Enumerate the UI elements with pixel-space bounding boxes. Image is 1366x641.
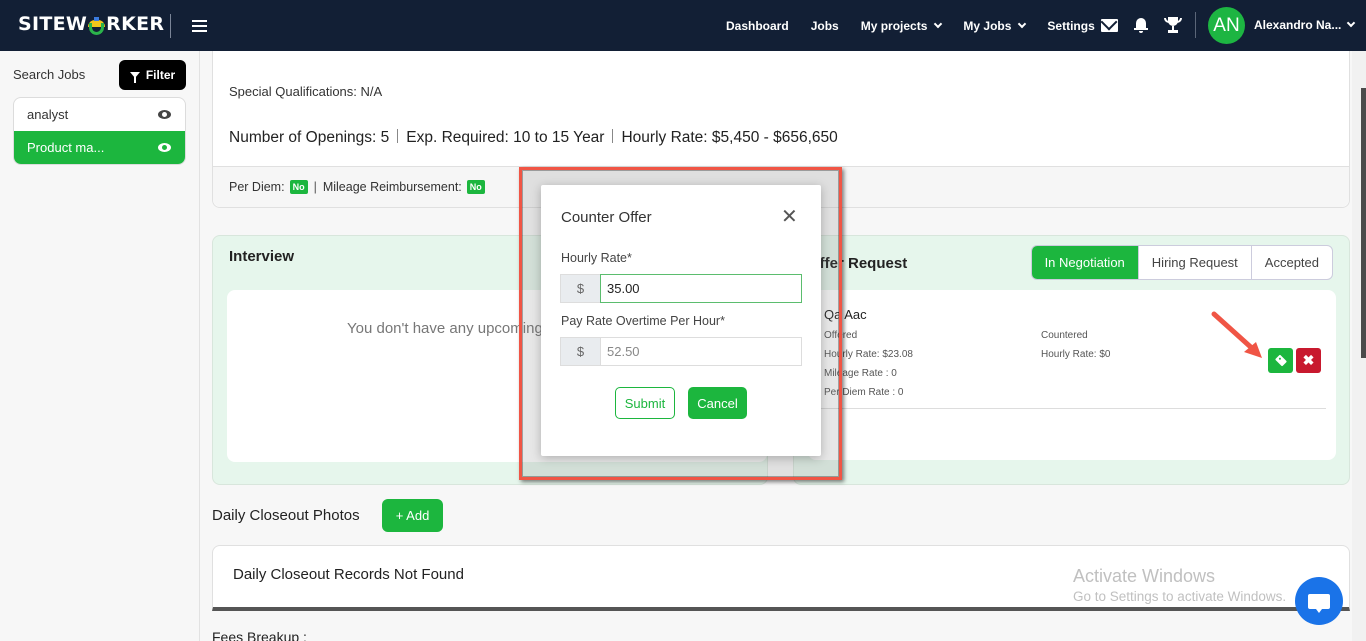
nav-settings[interactable]: Settings: [1047, 18, 1110, 33]
tag-icon: [1274, 354, 1287, 367]
nav-my-projects[interactable]: My projects: [860, 18, 943, 33]
hard-hat-icon: [88, 16, 106, 35]
currency-prefix: $: [560, 337, 600, 366]
close-icon[interactable]: ✕: [781, 207, 798, 227]
chevron-down-icon: [1347, 18, 1356, 28]
nav-dashboard-label: Dashboard: [726, 18, 789, 33]
eye-icon[interactable]: [158, 110, 171, 119]
logo-text-left: SITEW: [18, 13, 88, 35]
nav-jobs[interactable]: Jobs: [811, 19, 839, 33]
divider: [820, 408, 1326, 409]
job-list: analyst Product ma...: [13, 97, 186, 165]
separator: |: [313, 180, 317, 194]
tab-accepted[interactable]: Accepted: [1250, 246, 1332, 279]
nav-settings-label: Settings: [1047, 18, 1095, 33]
nav-links: Dashboard Jobs My projects My Jobs Setti…: [726, 0, 1131, 51]
mileage-label: Mileage Reimbursement:: [322, 180, 462, 194]
hourly-rate-input[interactable]: [600, 274, 802, 303]
offer-card: Qa Aac Offered Hourly Rate: $23.08 Milea…: [808, 290, 1336, 460]
user-menu[interactable]: Alexandro Na...: [1254, 18, 1356, 32]
chevron-down-icon: [1018, 19, 1027, 28]
cancel-button[interactable]: Cancel: [688, 387, 747, 419]
fees-breakup-title: Fees Breakup :: [212, 629, 307, 641]
filter-button[interactable]: Filter: [119, 60, 186, 90]
tab-hiring-request[interactable]: Hiring Request: [1137, 246, 1251, 279]
nav-my-jobs[interactable]: My Jobs: [963, 18, 1027, 33]
job-label: Product ma...: [27, 140, 105, 155]
nav-my-projects-label: My projects: [860, 18, 928, 33]
interview-title: Interview: [229, 248, 295, 265]
overtime-rate-label: Pay Rate Overtime Per Hour*: [561, 314, 725, 328]
per-diem-badge: No: [289, 180, 308, 194]
countered-label: Countered: [1041, 330, 1088, 341]
mail-icon[interactable]: [1101, 19, 1118, 32]
nav-dashboard[interactable]: Dashboard: [726, 19, 789, 33]
nav-divider: [1195, 12, 1196, 38]
hourly-rate-group: $: [560, 274, 802, 303]
counter-offer-button[interactable]: [1268, 348, 1293, 373]
avatar[interactable]: AN: [1208, 7, 1245, 44]
reject-offer-button[interactable]: ✖: [1296, 348, 1321, 373]
hourly-rate-range: Hourly Rate: $5,450 - $656,650: [621, 129, 838, 146]
siteworker-logo[interactable]: SITEW RKER: [18, 13, 164, 35]
counter-offer-modal: Counter Offer ✕ Hourly Rate* $ Pay Rate …: [541, 185, 821, 456]
nav-my-jobs-label: My Jobs: [963, 18, 1012, 33]
per-diem-label: Per Diem:: [229, 180, 285, 194]
experience-required: Exp. Required: 10 to 15 Year: [406, 129, 605, 146]
countered-hourly-rate: Hourly Rate: $0: [1041, 349, 1111, 360]
search-jobs-label: Search Jobs: [13, 67, 86, 82]
trophy-icon[interactable]: [1164, 17, 1182, 34]
overtime-rate-input[interactable]: [600, 337, 802, 366]
job-summary-line: Number of Openings: 5 Exp. Required: 10 t…: [229, 129, 838, 147]
chevron-down-icon: [934, 19, 943, 28]
top-navbar: SITEW RKER Dashboard Jobs My projects My…: [0, 0, 1366, 51]
modal-title: Counter Offer: [561, 209, 652, 226]
page-scrollbar[interactable]: [1352, 51, 1366, 641]
hamburger-menu-icon[interactable]: [192, 20, 207, 32]
offer-request-section: Offer Request In Negotiation Hiring Requ…: [793, 235, 1350, 485]
bell-icon[interactable]: [1134, 17, 1148, 33]
job-list-item-active[interactable]: Product ma...: [14, 131, 185, 164]
daily-closeout-card: Daily Closeout Records Not Found: [212, 545, 1350, 611]
user-name: Alexandro Na...: [1254, 18, 1342, 32]
currency-prefix: $: [560, 274, 600, 303]
filter-icon: [129, 72, 140, 83]
chat-bubble-icon: [1308, 593, 1330, 613]
scrollbar-thumb[interactable]: [1361, 88, 1366, 358]
offer-tabs: In Negotiation Hiring Request Accepted: [1030, 245, 1333, 280]
add-closeout-button[interactable]: + Add: [382, 499, 443, 532]
separator: [612, 129, 614, 143]
nav-divider: [170, 14, 171, 38]
number-of-openings: Number of Openings: 5: [229, 129, 390, 146]
sidebar: Search Jobs Filter analyst Product ma...: [0, 51, 200, 641]
hourly-rate-label: Hourly Rate*: [561, 251, 632, 265]
job-label: analyst: [27, 107, 69, 122]
eye-icon[interactable]: [158, 143, 171, 152]
close-icon: ✖: [1302, 352, 1315, 368]
daily-closeout-title: Daily Closeout Photos: [212, 507, 360, 524]
filter-label: Filter: [145, 68, 176, 82]
overtime-rate-group: $: [560, 337, 802, 366]
mileage-badge: No: [466, 180, 485, 194]
separator: [397, 129, 399, 143]
submit-button[interactable]: Submit: [615, 387, 675, 419]
chat-button[interactable]: [1295, 577, 1343, 625]
job-list-item[interactable]: analyst: [14, 98, 185, 131]
daily-closeout-empty-message: Daily Closeout Records Not Found: [233, 566, 464, 583]
logo-text-right: RKER: [106, 13, 165, 35]
nav-jobs-label: Jobs: [810, 18, 839, 33]
tab-in-negotiation[interactable]: In Negotiation: [1031, 246, 1138, 279]
special-qualifications: Special Qualifications: N/A: [229, 84, 383, 99]
